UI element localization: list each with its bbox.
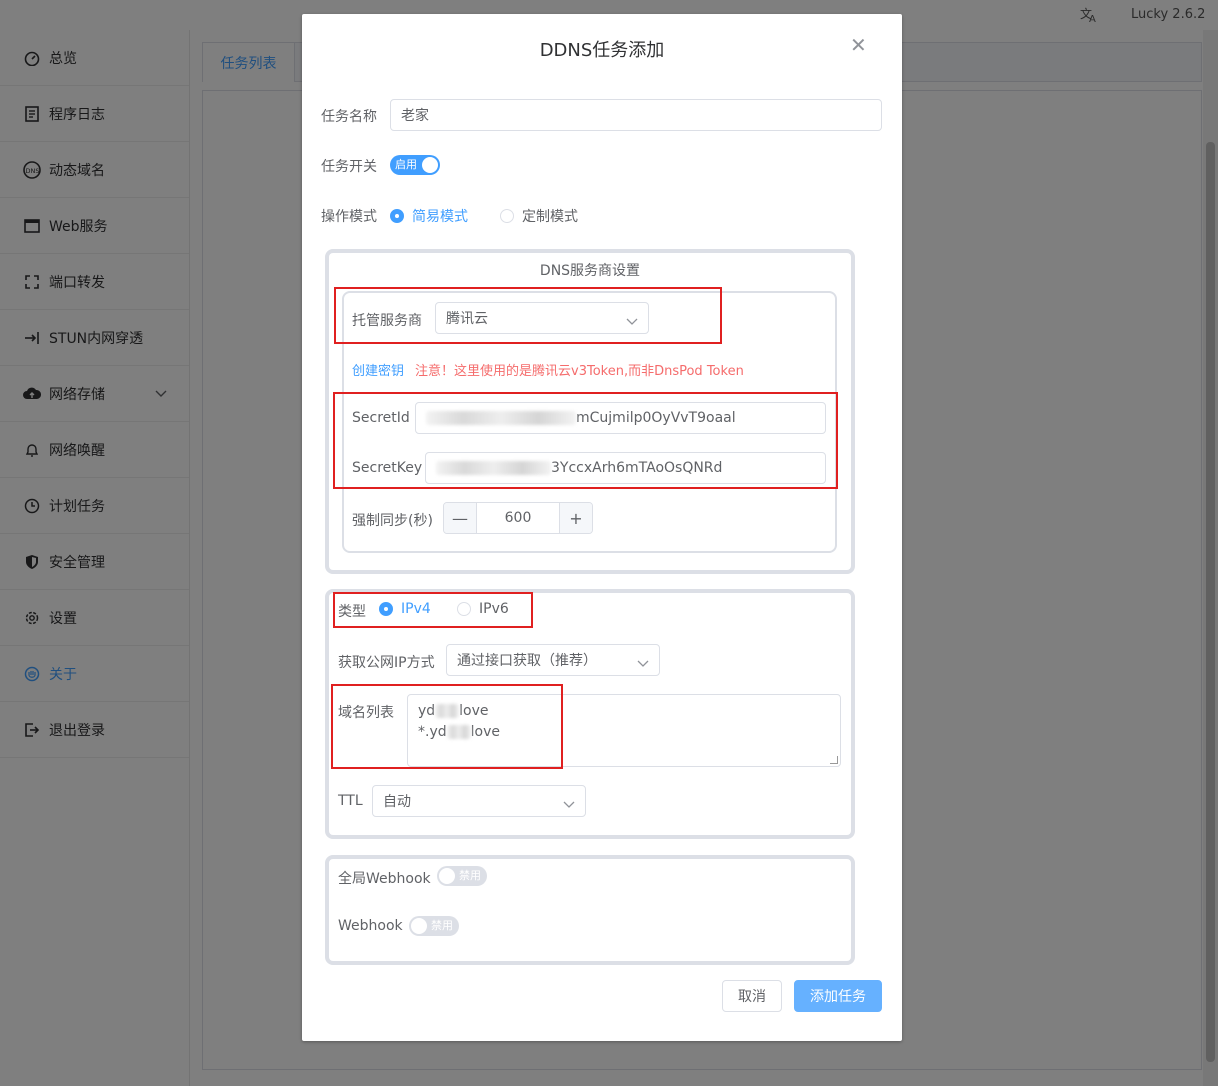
force-sync-stepper[interactable]: — 600 + <box>443 502 593 534</box>
ip-method-select[interactable]: 通过接口获取（推荐） <box>446 644 660 676</box>
chevron-down-icon <box>563 797 575 813</box>
mode-radio-custom[interactable]: 定制模式 <box>500 206 578 226</box>
highlight-box-domains <box>331 684 563 769</box>
mode-label: 操作模式 <box>321 209 377 225</box>
task-enable-switch[interactable]: 启用 <box>390 155 440 175</box>
global-webhook-label: 全局Webhook <box>338 871 431 887</box>
switch-text: 禁用 <box>459 869 481 882</box>
resize-handle[interactable] <box>830 756 838 764</box>
radio-label: 简易模式 <box>412 209 468 225</box>
radio-dot <box>390 209 404 223</box>
highlight-box-provider <box>334 287 722 344</box>
webhook-label: Webhook <box>338 918 403 934</box>
ttl-label: TTL <box>338 793 363 809</box>
switch-text: 启用 <box>395 158 417 171</box>
dialog-title: DDNS任务添加 <box>539 40 665 61</box>
highlight-box-secrets <box>333 392 838 489</box>
ip-method-value: 通过接口获取（推荐） <box>457 653 597 669</box>
ttl-value: 自动 <box>383 794 411 810</box>
radio-dot <box>500 209 514 223</box>
token-warning-text: 注意！这里使用的是腾讯云v3Token,而非DnsPod Token <box>415 364 744 379</box>
ttl-select[interactable]: 自动 <box>372 785 586 817</box>
switch-text: 禁用 <box>431 919 453 932</box>
radio-label: 定制模式 <box>522 209 578 225</box>
task-switch-label: 任务开关 <box>321 159 377 175</box>
task-name-label: 任务名称 <box>321 109 377 125</box>
dns-legend: DNS服务商设置 <box>539 263 641 279</box>
ip-method-label: 获取公网IP方式 <box>338 655 435 671</box>
increment-button[interactable]: + <box>560 503 592 533</box>
highlight-box-type <box>333 592 533 628</box>
add-task-button[interactable]: 添加任务 <box>794 980 882 1012</box>
switch-knob <box>422 157 438 173</box>
switch-knob <box>411 918 427 934</box>
mode-radio-simple[interactable]: 简易模式 <box>390 206 468 226</box>
task-name-input[interactable]: 老家 <box>390 99 882 131</box>
close-icon[interactable]: ✕ <box>850 35 867 55</box>
force-sync-value[interactable]: 600 <box>476 503 560 533</box>
create-key-link[interactable]: 创建密钥 <box>352 360 404 379</box>
webhook-switch[interactable]: 禁用 <box>409 916 459 936</box>
chevron-down-icon <box>637 656 649 672</box>
cancel-button[interactable]: 取消 <box>722 980 782 1012</box>
force-sync-label: 强制同步(秒) <box>352 513 433 529</box>
ddns-add-dialog: DDNS任务添加 ✕ 任务名称 老家 任务开关 启用 操作模式 简易模式 定制模… <box>302 14 902 1041</box>
decrement-button[interactable]: — <box>444 503 476 533</box>
global-webhook-switch[interactable]: 禁用 <box>437 866 487 886</box>
switch-knob <box>439 868 455 884</box>
